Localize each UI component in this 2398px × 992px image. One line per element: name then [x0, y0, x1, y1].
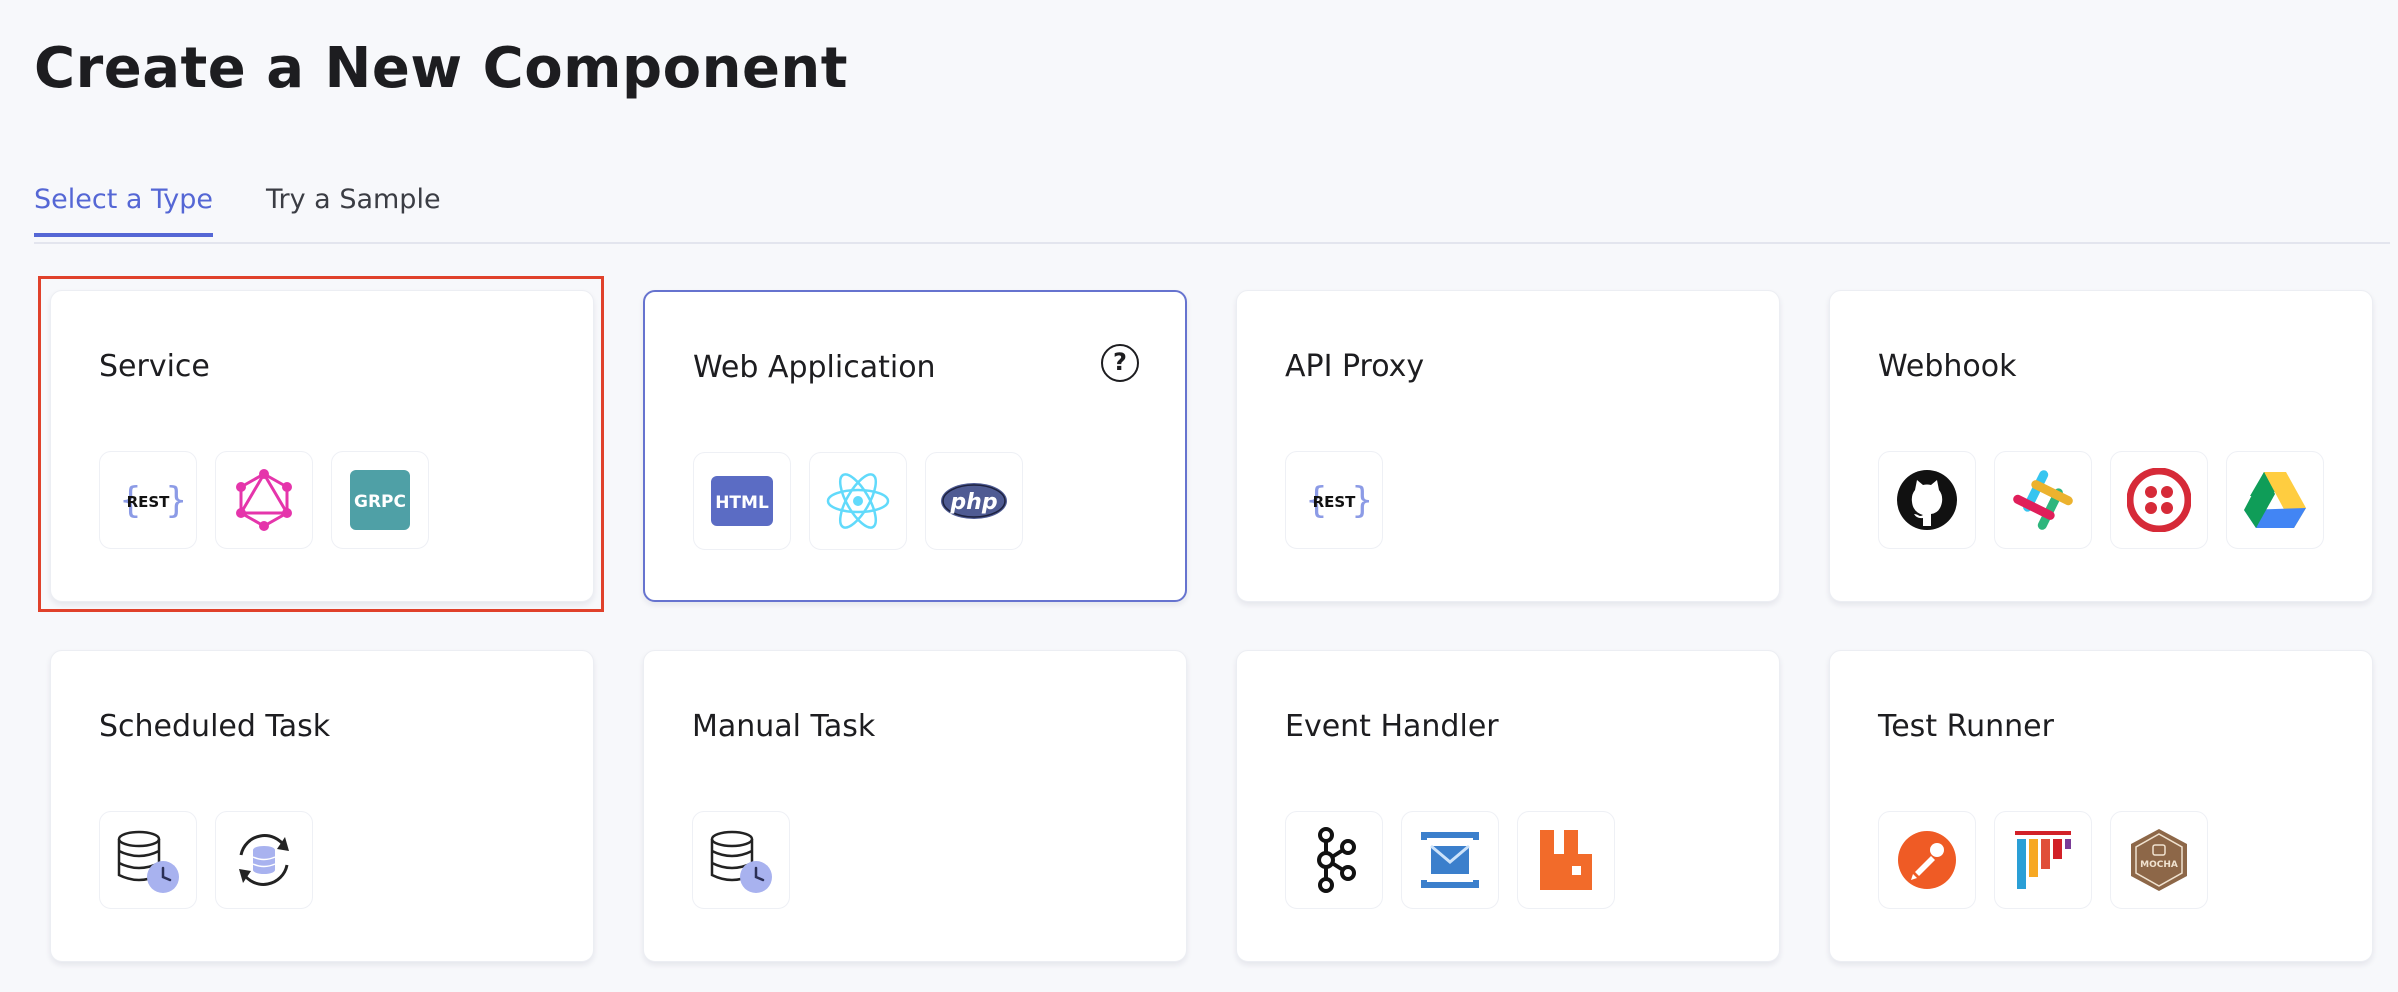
card-api-proxy[interactable]: API Proxy { } REST: [1236, 290, 1780, 602]
grpc-icon-label: GRPC: [354, 492, 406, 512]
card-webhook[interactable]: Webhook: [1829, 290, 2373, 602]
html-icon: HTML: [693, 452, 791, 550]
card-test-runner[interactable]: Test Runner MOCHA: [1829, 650, 2373, 962]
rest-icon-label: REST: [1313, 493, 1357, 511]
rabbitmq-icon: [1517, 811, 1615, 909]
card-title: Web Application: [693, 350, 936, 385]
card-title: Service: [99, 349, 210, 384]
card-event-handler[interactable]: Event Handler: [1236, 650, 1780, 962]
github-icon: [1878, 451, 1976, 549]
rest-icon-label: REST: [127, 493, 171, 511]
grpc-icon: GRPC: [331, 451, 429, 549]
card-manual-task[interactable]: Manual Task: [643, 650, 1187, 962]
postman-icon: [1878, 811, 1976, 909]
rest-icon: { } REST: [99, 451, 197, 549]
database-sync-icon: [215, 811, 313, 909]
php-icon-label: php: [949, 490, 997, 515]
html-icon-label: HTML: [715, 493, 769, 513]
react-icon: [809, 452, 907, 550]
tab-select-a-type[interactable]: Select a Type: [34, 184, 214, 237]
azure-service-bus-icon: [1401, 811, 1499, 909]
card-title: Scheduled Task: [99, 709, 331, 744]
card-title: Manual Task: [692, 709, 876, 744]
google-drive-icon: [2226, 451, 2324, 549]
card-title: Test Runner: [1878, 709, 2054, 744]
card-title: API Proxy: [1285, 349, 1425, 384]
graphql-icon: [215, 451, 313, 549]
card-title: Webhook: [1878, 349, 2017, 384]
card-service[interactable]: Service { } REST: [50, 290, 594, 602]
tab-bar: Select a Type Try a Sample: [34, 178, 2390, 244]
mocha-icon-label: MOCHA: [2140, 860, 2178, 870]
card-title: Event Handler: [1285, 709, 1499, 744]
database-clock-icon: [692, 811, 790, 909]
card-scheduled-task[interactable]: Scheduled Task: [50, 650, 594, 962]
database-clock-icon: [99, 811, 197, 909]
rest-icon: { } REST: [1285, 451, 1383, 549]
tab-try-a-sample[interactable]: Try a Sample: [266, 184, 441, 233]
help-icon[interactable]: ?: [1101, 344, 1139, 382]
page-title: Create a New Component: [34, 36, 849, 101]
mocha-icon: MOCHA: [2110, 811, 2208, 909]
jmeter-icon: [1994, 811, 2092, 909]
card-web-application[interactable]: Web Application ? HTML php: [643, 290, 1187, 602]
slack-icon: [1994, 451, 2092, 549]
php-icon: php: [925, 452, 1023, 550]
kafka-icon: [1285, 811, 1383, 909]
twilio-icon: [2110, 451, 2208, 549]
